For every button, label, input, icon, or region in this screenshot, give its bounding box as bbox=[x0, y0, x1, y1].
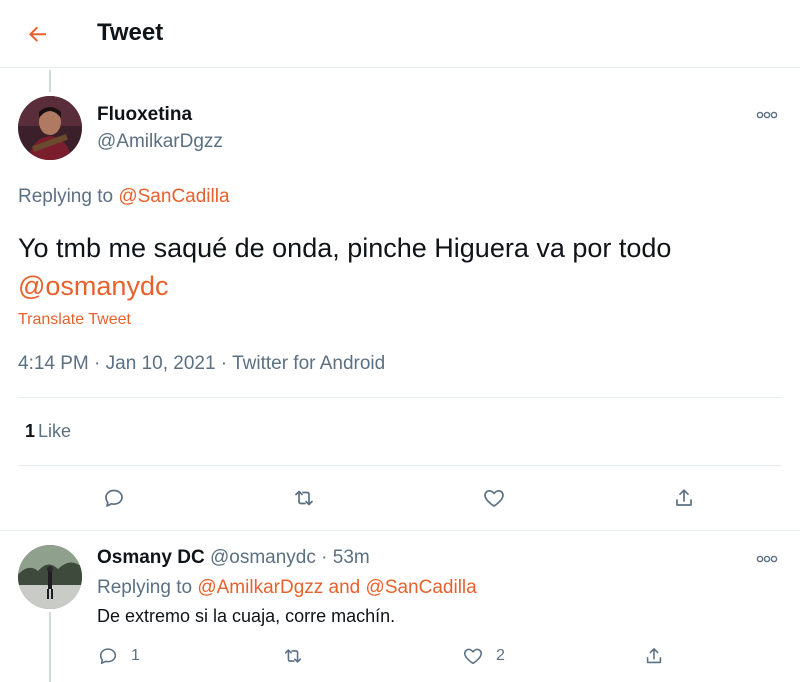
reply-icon bbox=[99, 648, 117, 665]
divider bbox=[18, 465, 782, 466]
replying-prefix: Replying to bbox=[18, 186, 114, 207]
meta-separator: · bbox=[315, 547, 333, 568]
reply-count: 1 bbox=[131, 647, 140, 664]
replying-to-link[interactable]: @SanCadilla bbox=[118, 186, 229, 207]
replying-to: Replying to @SanCadilla bbox=[18, 186, 230, 208]
page-title: Tweet bbox=[97, 19, 164, 46]
meta-separator: · bbox=[215, 353, 233, 374]
more-horizontal-icon bbox=[756, 555, 778, 563]
mention-link[interactable]: @osmanydc bbox=[18, 271, 168, 301]
reply-share-button[interactable] bbox=[643, 643, 665, 669]
retweet-icon bbox=[284, 649, 302, 663]
retweet-icon bbox=[295, 490, 313, 506]
reply-header: Osmany DC @osmanydc · 53m bbox=[97, 547, 370, 569]
tweet-time[interactable]: 4:14 PM bbox=[18, 353, 89, 374]
reply-like-button[interactable]: 2 bbox=[462, 643, 505, 669]
replying-to-and[interactable]: and bbox=[329, 577, 361, 598]
reply-text: De extremo si la cuaja, corre machín. bbox=[97, 606, 396, 626]
reply-avatar-image bbox=[18, 545, 82, 609]
avatar[interactable] bbox=[18, 96, 82, 160]
tweet-date[interactable]: Jan 10, 2021 bbox=[106, 353, 216, 374]
divider bbox=[0, 530, 800, 531]
retweet-button[interactable] bbox=[288, 482, 320, 514]
reply-avatar[interactable] bbox=[18, 545, 82, 609]
header-bar: Tweet bbox=[0, 0, 800, 68]
share-icon bbox=[646, 648, 662, 664]
reply-like-count: 2 bbox=[496, 647, 505, 664]
back-button[interactable] bbox=[20, 18, 56, 50]
author-name[interactable]: Fluoxetina bbox=[97, 104, 192, 126]
likes-count[interactable]: 1 Like bbox=[25, 421, 71, 442]
like-button[interactable] bbox=[478, 482, 510, 514]
arrow-left-icon bbox=[29, 26, 46, 42]
reply-replying-to: Replying to @AmilkarDgzz and @SanCadilla bbox=[97, 577, 477, 599]
reply-more-options-button[interactable] bbox=[752, 548, 782, 570]
replying-prefix: Replying to bbox=[97, 577, 193, 598]
avatar-image bbox=[18, 96, 82, 160]
reply-icon bbox=[105, 489, 123, 507]
divider bbox=[18, 397, 782, 398]
reply-author-name[interactable]: Osmany DC bbox=[97, 547, 205, 568]
heart-icon bbox=[464, 648, 482, 665]
reply-retweet-button[interactable] bbox=[282, 643, 304, 669]
more-horizontal-icon bbox=[756, 111, 778, 119]
reply-timestamp[interactable]: 53m bbox=[333, 547, 370, 568]
author-handle[interactable]: @AmilkarDgzz bbox=[97, 131, 223, 153]
tweet-text: Yo tmb me saqué de onda, pinche Higuera … bbox=[18, 229, 788, 305]
replying-to-link[interactable]: @SanCadilla bbox=[366, 577, 477, 598]
translate-tweet-link[interactable]: Translate Tweet bbox=[18, 311, 131, 329]
replying-to-link[interactable]: @AmilkarDgzz bbox=[197, 577, 323, 598]
heart-icon bbox=[484, 489, 504, 507]
share-button[interactable] bbox=[668, 482, 700, 514]
tweet-source[interactable]: Twitter for Android bbox=[232, 353, 385, 374]
thread-connector-line bbox=[49, 70, 51, 92]
more-options-button[interactable] bbox=[752, 104, 782, 126]
tweet-metadata: 4:14 PM · Jan 10, 2021 · Twitter for And… bbox=[18, 353, 385, 375]
like-count-number: 1 bbox=[25, 421, 36, 441]
reply-reply-button[interactable]: 1 bbox=[97, 643, 140, 669]
reply-author-handle[interactable]: @osmanydc bbox=[210, 547, 316, 568]
meta-separator: · bbox=[88, 353, 106, 374]
tweet-body: Yo tmb me saqué de onda, pinche Higuera … bbox=[18, 233, 672, 263]
thread-connector-line bbox=[49, 612, 51, 682]
reply-button[interactable] bbox=[98, 482, 130, 514]
share-icon bbox=[676, 489, 692, 506]
like-count-label: Like bbox=[38, 421, 72, 441]
